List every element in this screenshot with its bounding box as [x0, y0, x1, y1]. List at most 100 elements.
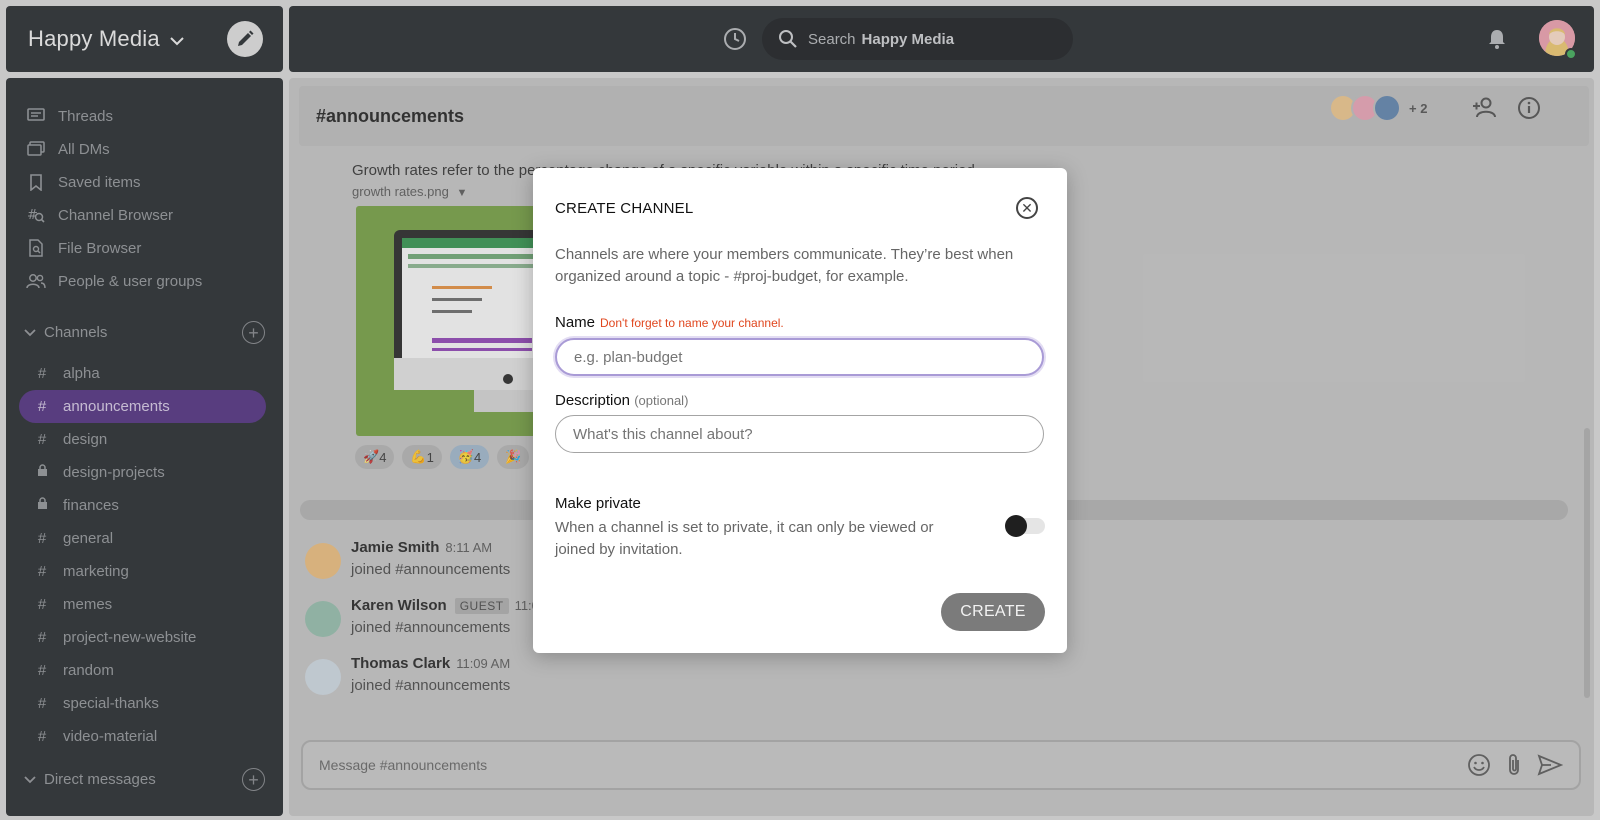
sidebar-item-random[interactable]: # random: [19, 654, 266, 687]
people-icon: [26, 271, 46, 291]
sidebar-item-design-projects[interactable]: design-projects: [19, 456, 266, 489]
dm-header-label: Direct messages: [44, 771, 156, 788]
channel-name-input[interactable]: [555, 338, 1044, 376]
make-private-toggle[interactable]: [1005, 515, 1045, 537]
modal-description: Channels are where your members communic…: [555, 246, 1014, 285]
reaction[interactable]: 🚀 4: [355, 445, 395, 469]
channels-section-header[interactable]: Channels +: [24, 321, 265, 344]
search-workspace: Happy Media: [861, 30, 955, 48]
hash-icon: #: [37, 431, 47, 448]
paperclip-icon[interactable]: [1505, 753, 1523, 780]
file-attachment-name[interactable]: growth rates.png ▼: [352, 184, 467, 199]
top-bar: Search Happy Media: [289, 6, 1594, 72]
system-message: Jamie Smith 8:11 AM joined #announcements: [305, 539, 510, 579]
message-input[interactable]: Message #announcements: [301, 740, 1581, 790]
sidebar-item-special-thanks[interactable]: # special-thanks: [19, 687, 266, 720]
file-name-label: growth rates.png: [352, 184, 449, 199]
channel-name: design-projects: [63, 464, 165, 481]
hash-icon: #: [37, 398, 47, 415]
avatar[interactable]: [305, 543, 341, 579]
channel-search-icon: #: [26, 205, 46, 225]
reaction-emoji: 🎉: [505, 449, 522, 464]
chevron-down-icon[interactable]: [24, 773, 36, 787]
search-input[interactable]: Search Happy Media: [762, 18, 1073, 60]
sidebar-item-saved-items[interactable]: Saved items: [26, 169, 141, 195]
hash-icon: #: [37, 629, 47, 646]
create-button[interactable]: CREATE: [941, 593, 1045, 631]
chevron-down-icon[interactable]: [24, 326, 36, 340]
make-private-description: When a channel is set to private, it can…: [555, 519, 934, 558]
caret-down-icon[interactable]: ▼: [456, 187, 467, 199]
sidebar-item-finances[interactable]: finances: [19, 489, 266, 522]
dm-section-header[interactable]: Direct messages +: [24, 768, 265, 791]
hash-icon: #: [37, 563, 47, 580]
avatar[interactable]: [305, 659, 341, 695]
system-message: Thomas Clark 11:09 AM joined #announcemen…: [305, 655, 510, 695]
lock-icon: [35, 497, 49, 514]
workspace-name[interactable]: Happy Media: [28, 26, 160, 52]
emoji-icon[interactable]: [1467, 753, 1491, 780]
description-label: Description: [555, 392, 631, 409]
sidebar-item-project-new-website[interactable]: # project-new-website: [19, 621, 266, 654]
channel-name: finances: [63, 497, 119, 514]
add-member-icon[interactable]: [1472, 96, 1498, 123]
sender-name[interactable]: Karen Wilson: [351, 597, 447, 614]
modal-title: CREATE CHANNEL: [555, 200, 694, 217]
avatar[interactable]: [305, 601, 341, 637]
reaction-count: 1: [426, 449, 434, 465]
channel-name: special-thanks: [63, 695, 159, 712]
hash-icon: #: [37, 596, 47, 613]
toggle-knob[interactable]: [1005, 515, 1027, 537]
channel-name: general: [63, 530, 114, 547]
sidebar-item-all-dms[interactable]: All DMs: [26, 136, 110, 162]
sidebar-item-alpha[interactable]: # alpha: [19, 357, 266, 390]
channel-description-input[interactable]: [555, 415, 1044, 453]
online-status-dot: [1565, 48, 1577, 60]
reaction-emoji: 🚀: [363, 449, 380, 464]
threads-icon: [26, 106, 46, 126]
hash-icon: #: [37, 365, 47, 382]
scrollbar[interactable]: [1584, 428, 1590, 698]
sidebar-item-general[interactable]: # general: [19, 522, 266, 555]
sidebar: Threads All DMs Saved items # Channel Br…: [6, 78, 283, 816]
sidebar-item-people[interactable]: People & user groups: [26, 268, 202, 294]
sidebar-item-design[interactable]: # design: [19, 423, 266, 456]
reaction[interactable]: 🎉: [497, 445, 530, 469]
channel-name: design: [63, 431, 108, 448]
reaction[interactable]: 🥳 4: [449, 445, 490, 469]
make-private-title: Make private: [555, 495, 641, 512]
channel-name: marketing: [63, 563, 129, 580]
add-channel-button[interactable]: +: [242, 321, 265, 344]
sidebar-item-threads[interactable]: Threads: [26, 103, 113, 129]
history-clock-icon[interactable]: [723, 27, 747, 56]
name-label-row: Name Don't forget to name your channel.: [555, 314, 784, 331]
add-dm-button[interactable]: +: [242, 768, 265, 791]
channel-name: announcements: [63, 398, 170, 415]
sidebar-item-label: Threads: [58, 107, 114, 125]
close-icon[interactable]: ✕: [1016, 197, 1038, 219]
create-channel-modal: CREATE CHANNEL ✕ Channels are where your…: [533, 168, 1067, 653]
composer-placeholder: Message #announcements: [319, 757, 488, 773]
chevron-down-icon[interactable]: [170, 33, 184, 49]
sidebar-item-announcements[interactable]: # announcements: [19, 390, 266, 423]
workspace-switcher[interactable]: Happy Media: [6, 6, 283, 72]
hash-icon: #: [37, 662, 47, 679]
sidebar-item-label: Channel Browser: [58, 206, 174, 224]
send-icon[interactable]: [1537, 753, 1564, 780]
message-time: 8:11 AM: [445, 540, 493, 555]
sender-name[interactable]: Jamie Smith: [351, 539, 439, 556]
sidebar-item-file-browser[interactable]: File Browser: [26, 235, 141, 261]
sidebar-item-memes[interactable]: # memes: [19, 588, 266, 621]
reaction-emoji: 🥳: [457, 449, 475, 464]
member-avatar: [1373, 94, 1401, 122]
bell-icon[interactable]: [1487, 28, 1507, 55]
sidebar-item-marketing[interactable]: # marketing: [19, 555, 266, 588]
sidebar-item-video-material[interactable]: # video-material: [19, 720, 266, 753]
compose-button[interactable]: [227, 21, 263, 57]
sidebar-item-channel-browser[interactable]: # Channel Browser: [26, 202, 173, 228]
member-count-extra: + 2: [1409, 100, 1428, 116]
reaction[interactable]: 💪 1: [402, 445, 442, 469]
sender-name[interactable]: Thomas Clark: [351, 655, 450, 672]
channel-members[interactable]: + 2: [1329, 94, 1427, 122]
info-icon[interactable]: [1517, 96, 1541, 125]
